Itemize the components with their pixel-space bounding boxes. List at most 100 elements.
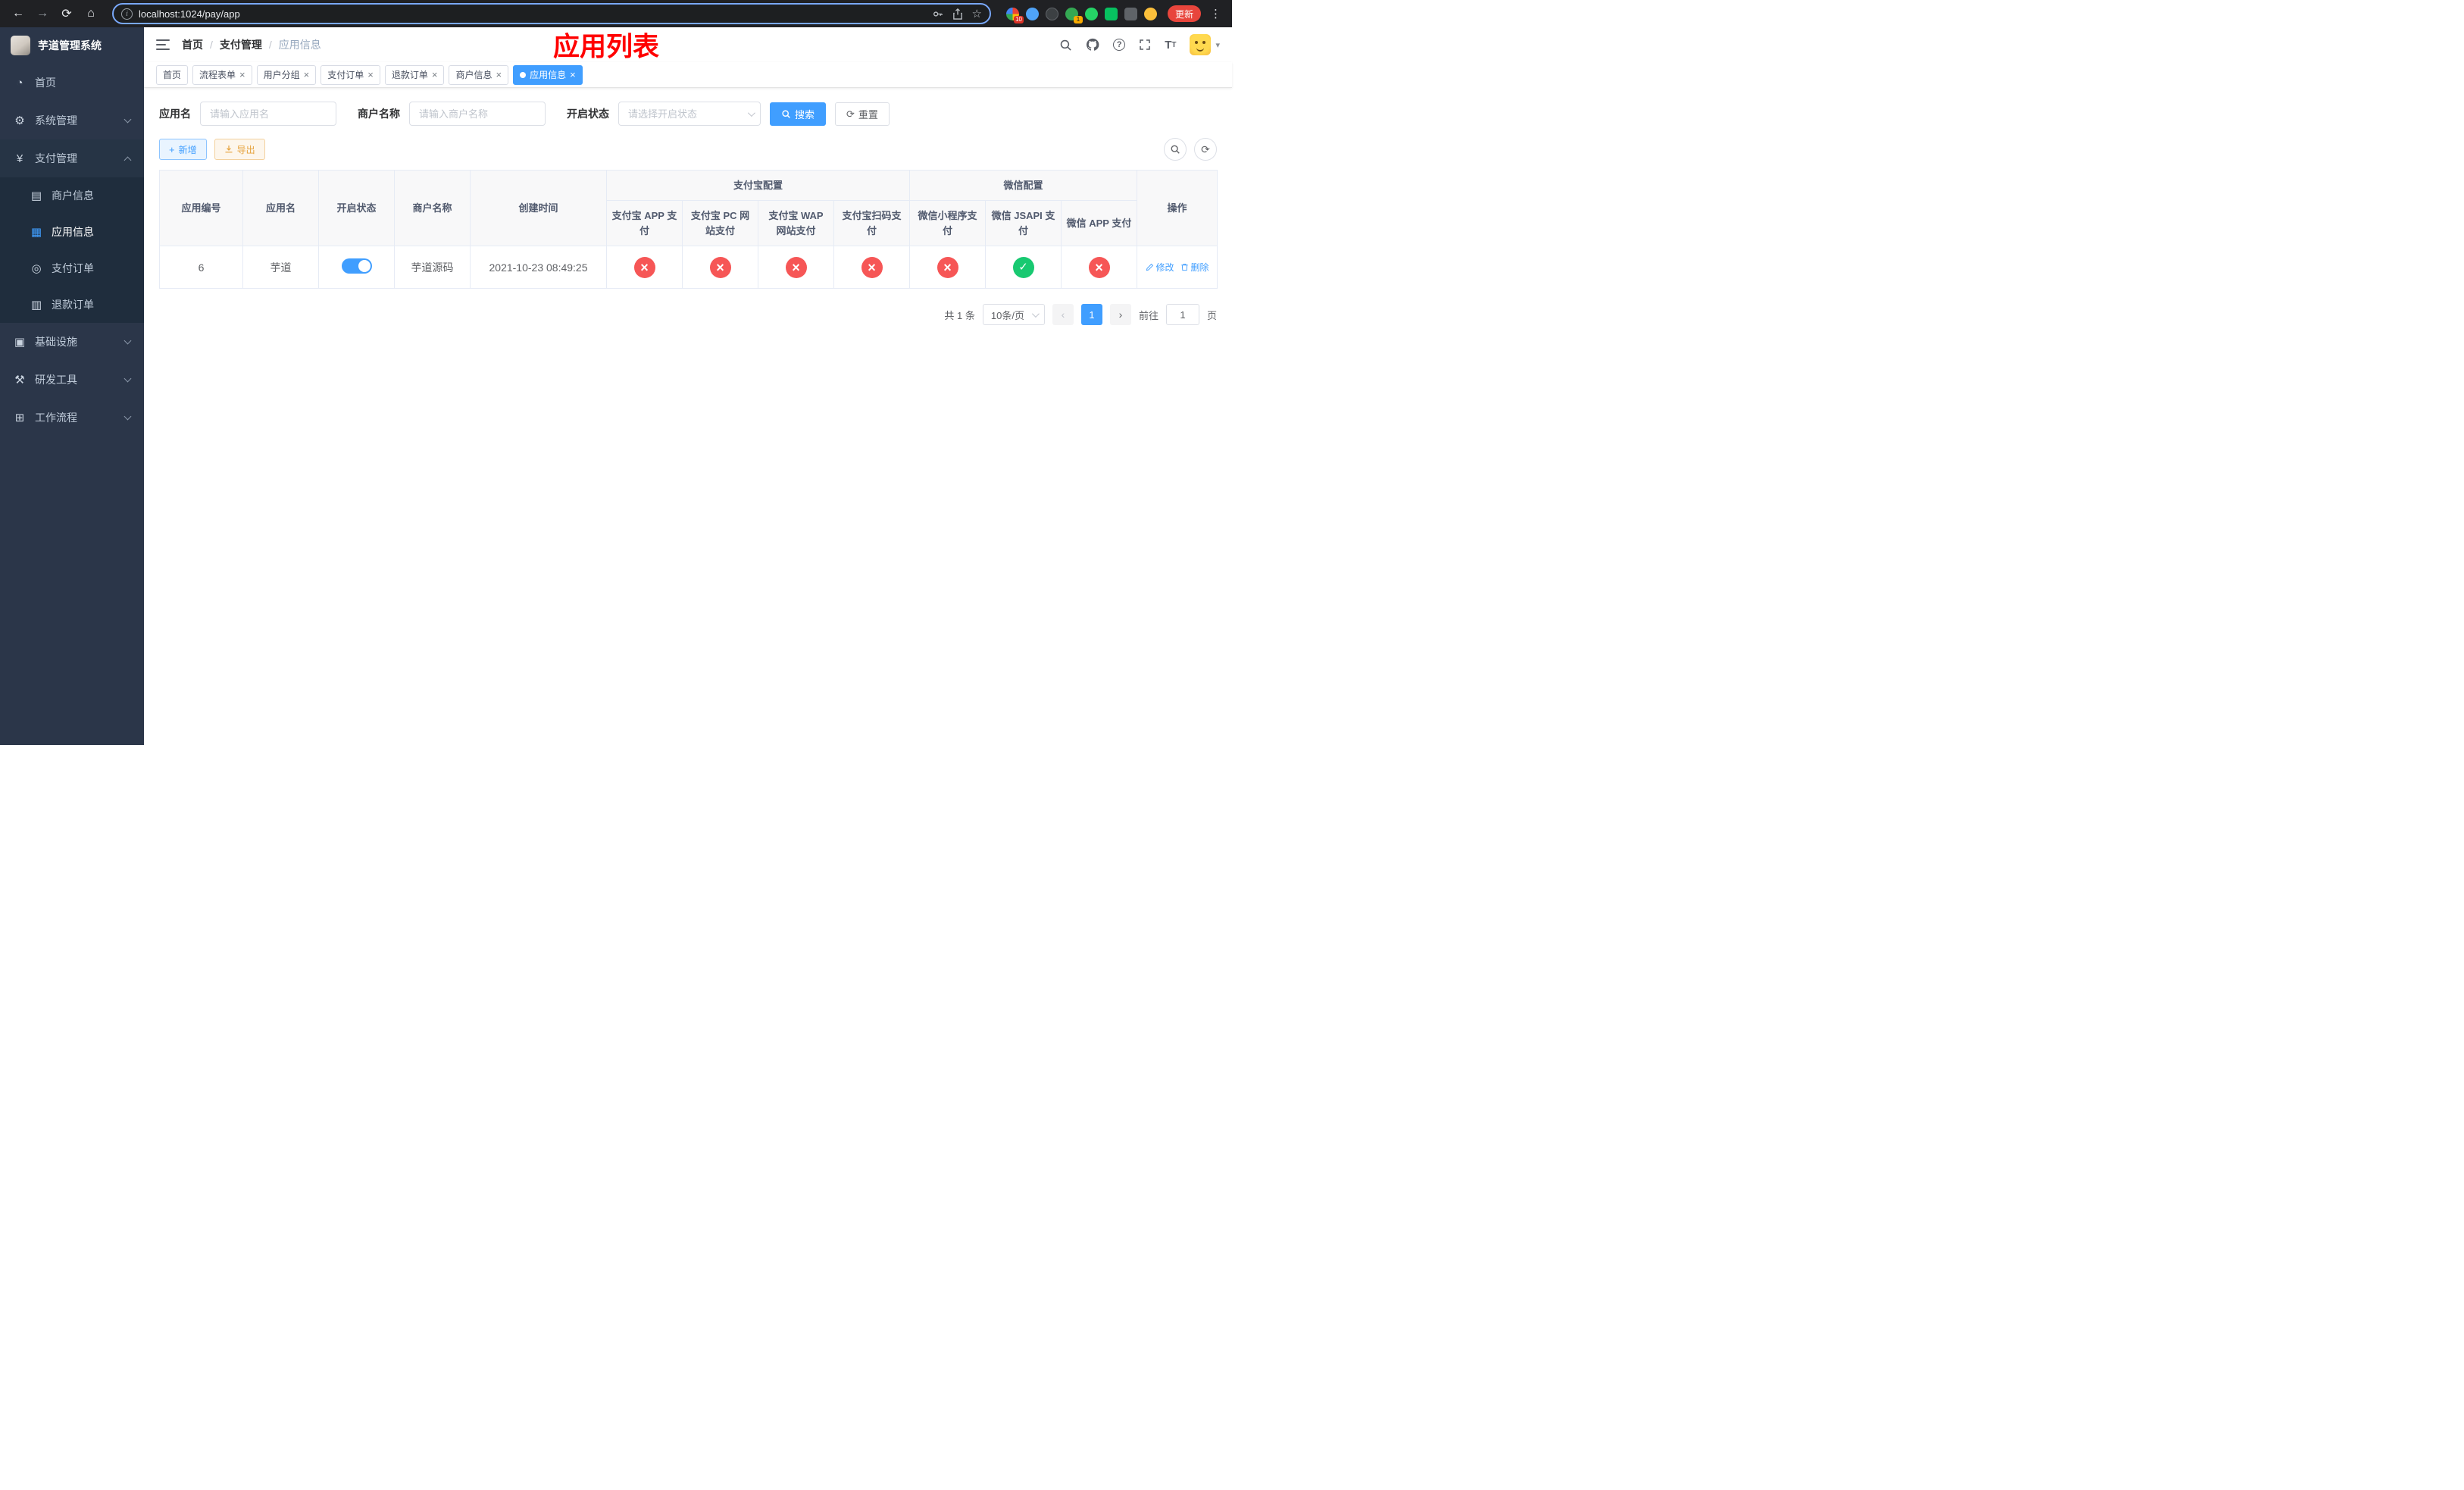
- toggle-search-button[interactable]: [1164, 138, 1187, 161]
- share-icon[interactable]: [952, 8, 963, 20]
- col-wechat-jsapi: 微信 JSAPI 支付: [985, 200, 1062, 246]
- col-created: 创建时间: [470, 170, 607, 246]
- browser-menu-icon[interactable]: ⋮: [1207, 7, 1224, 20]
- document-icon: ▥: [30, 299, 42, 311]
- password-key-icon[interactable]: [932, 8, 943, 20]
- browser-forward-button[interactable]: →: [32, 3, 53, 24]
- extension-icon-check[interactable]: [1084, 7, 1098, 20]
- bookmark-star-icon[interactable]: ☆: [972, 7, 982, 20]
- extension-icon-smiley[interactable]: [1143, 7, 1157, 20]
- col-app-id: 应用编号: [159, 170, 243, 246]
- chevron-down-icon: [124, 337, 132, 345]
- yen-icon: ¥: [16, 152, 23, 165]
- font-size-icon[interactable]: TT: [1165, 39, 1176, 52]
- top-navbar: 首页 支付管理 应用信息 应用列表 ? TT: [144, 27, 1232, 62]
- sidebar-item-label: 支付订单: [52, 262, 94, 274]
- sidebar-item-infrastructure[interactable]: ▣ 基础设施: [0, 323, 144, 361]
- tab-home[interactable]: 首页: [156, 64, 189, 85]
- tab-label: 应用信息: [530, 70, 567, 80]
- sidebar-item-pay-orders[interactable]: ◎ 支付订单: [0, 250, 144, 286]
- tools-icon: ⚒: [14, 374, 25, 387]
- search-button[interactable]: 搜索: [770, 102, 827, 126]
- github-icon[interactable]: [1086, 38, 1099, 52]
- extension-icon-dark[interactable]: [1045, 7, 1058, 20]
- reset-button[interactable]: ⟳ 重置: [835, 102, 890, 126]
- tab-label: 用户分组: [263, 70, 300, 80]
- breadcrumb-payment[interactable]: 支付管理: [210, 37, 262, 52]
- sidebar-item-system[interactable]: ⚙ 系统管理: [0, 102, 144, 139]
- next-page-button[interactable]: ›: [1109, 304, 1131, 325]
- sidebar-item-dev-tools[interactable]: ⚒ 研发工具: [0, 361, 144, 399]
- sidebar-item-payment[interactable]: ¥ 支付管理: [0, 139, 144, 177]
- edit-link[interactable]: 修改: [1146, 261, 1174, 274]
- tab-pay-orders[interactable]: 支付订单 ×: [321, 64, 380, 85]
- status-select[interactable]: [618, 102, 761, 126]
- alipay-scan-status-icon: [861, 256, 883, 278]
- extension-icon-droplet[interactable]: [1025, 7, 1039, 20]
- wechat-jsapi-status-icon: [1012, 256, 1034, 278]
- sidebar-item-label: 系统管理: [35, 114, 77, 127]
- close-icon[interactable]: ×: [496, 70, 502, 80]
- tab-process-form[interactable]: 流程表单 ×: [192, 64, 252, 85]
- browser-chrome: ← → ⟳ ⌂ i localhost:1024/pay/app ☆ 10 1: [0, 0, 1232, 27]
- cell-app-id: 6: [159, 246, 243, 289]
- close-icon[interactable]: ×: [304, 70, 310, 80]
- site-info-icon[interactable]: i: [121, 8, 133, 20]
- status-label: 开启状态: [567, 108, 609, 120]
- tab-label: 首页: [163, 70, 182, 80]
- search-icon[interactable]: [1059, 39, 1072, 52]
- refresh-table-button[interactable]: ⟳: [1194, 138, 1217, 161]
- status-toggle[interactable]: [341, 258, 372, 274]
- close-icon[interactable]: ×: [432, 70, 438, 80]
- sidebar-item-home[interactable]: ◔ 首页: [0, 64, 144, 102]
- sidebar-item-merchant-info[interactable]: ▤ 商户信息: [0, 177, 144, 214]
- tab-user-group[interactable]: 用户分组 ×: [256, 64, 317, 85]
- extension-icon-wechat[interactable]: [1104, 7, 1118, 20]
- extensions-puzzle-icon[interactable]: [1124, 7, 1137, 20]
- group-wechat-config: 微信配置: [909, 170, 1138, 201]
- close-icon[interactable]: ×: [570, 70, 576, 80]
- url-text[interactable]: localhost:1024/pay/app: [139, 8, 926, 20]
- app-name-input[interactable]: [200, 102, 336, 126]
- add-button[interactable]: + 新增: [159, 139, 207, 160]
- close-icon[interactable]: ×: [367, 70, 374, 80]
- browser-home-button[interactable]: ⌂: [80, 3, 102, 24]
- browser-back-button[interactable]: ←: [8, 3, 29, 24]
- sidebar-toggle-icon[interactable]: [156, 39, 170, 50]
- tab-label: 支付订单: [327, 70, 364, 80]
- user-menu[interactable]: ▾: [1190, 34, 1220, 55]
- export-button[interactable]: 导出: [214, 139, 265, 160]
- help-icon[interactable]: ?: [1113, 39, 1126, 51]
- dashboard-icon: ◔: [16, 76, 23, 89]
- sidebar-item-workflow[interactable]: ⊞ 工作流程: [0, 399, 144, 437]
- tab-merchant-info[interactable]: 商户信息 ×: [449, 64, 509, 85]
- tab-refund-orders[interactable]: 退款订单 ×: [384, 64, 445, 85]
- browser-update-button[interactable]: 更新: [1167, 5, 1201, 22]
- col-merchant: 商户名称: [394, 170, 471, 246]
- merchant-name-input[interactable]: [409, 102, 546, 126]
- breadcrumb-home[interactable]: 首页: [182, 37, 203, 52]
- close-icon[interactable]: ×: [239, 70, 245, 80]
- extension-icon-1[interactable]: 10: [1005, 7, 1024, 23]
- status-select-input[interactable]: [618, 102, 761, 126]
- grid-icon: ▦: [30, 226, 42, 239]
- alipay-app-status-icon: [633, 256, 655, 278]
- extension-icon-avatar[interactable]: 1: [1065, 7, 1083, 23]
- delete-link[interactable]: 删除: [1180, 261, 1209, 274]
- alipay-pc-status-icon: [709, 256, 731, 278]
- prev-page-button[interactable]: ‹: [1052, 304, 1074, 325]
- sidebar-item-refund-orders[interactable]: ▥ 退款订单: [0, 286, 144, 323]
- page-size-select[interactable]: 10条/页: [982, 304, 1045, 325]
- alipay-wap-status-icon: [785, 256, 807, 278]
- merchant-name-label: 商户名称: [358, 108, 400, 120]
- browser-refresh-button[interactable]: ⟳: [56, 3, 77, 24]
- sidebar-item-app-info[interactable]: ▦ 应用信息: [0, 214, 144, 250]
- app-logo-image: [11, 36, 30, 55]
- goto-page-input[interactable]: [1165, 304, 1199, 325]
- fullscreen-icon[interactable]: [1139, 39, 1151, 51]
- app-logo-row[interactable]: 芋道管理系统: [0, 27, 144, 64]
- tab-app-info[interactable]: 应用信息 ×: [513, 64, 583, 85]
- address-bar[interactable]: i localhost:1024/pay/app ☆: [112, 3, 991, 24]
- navbar-actions: ? TT ▾: [1059, 34, 1220, 55]
- col-app-name: 应用名: [242, 170, 319, 246]
